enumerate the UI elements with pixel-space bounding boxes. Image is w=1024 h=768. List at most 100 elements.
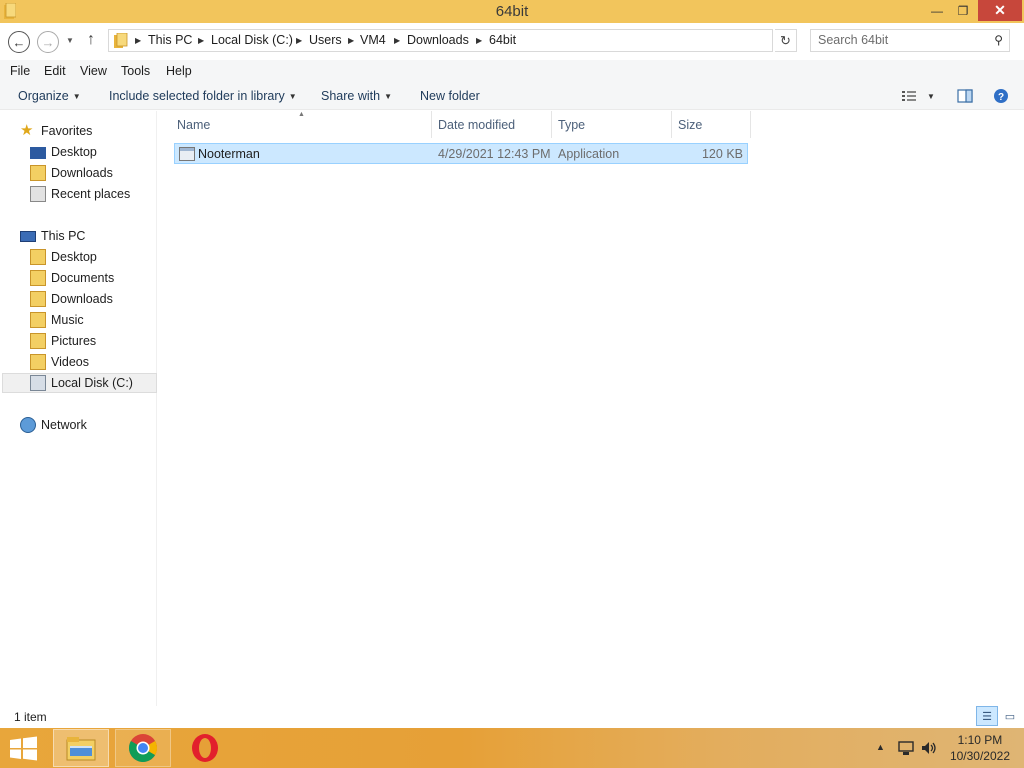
refresh-button[interactable]: ↻ <box>775 29 797 52</box>
back-button[interactable]: ← <box>8 31 30 53</box>
column-header-type[interactable]: Type <box>558 118 585 132</box>
nav-label: Music <box>51 313 84 327</box>
recent-locations-dropdown[interactable]: ▼ <box>66 36 74 45</box>
details-view-icon: ☰ <box>982 710 992 723</box>
close-button[interactable]: ✕ <box>978 0 1022 21</box>
chevron-down-icon: ▼ <box>384 92 392 101</box>
chevron-down-icon: ▼ <box>72 92 81 101</box>
menu-edit[interactable]: Edit <box>44 64 66 78</box>
taskbar-chrome[interactable] <box>115 729 171 767</box>
nav-label: Videos <box>51 355 89 369</box>
nav-pc-pictures[interactable]: Pictures <box>30 331 96 351</box>
folder-icon <box>30 291 46 307</box>
taskbar-opera[interactable] <box>177 729 233 767</box>
large-icons-view-button[interactable]: ▭ <box>999 706 1021 726</box>
recent-places-icon <box>30 186 46 202</box>
nav-favorites-label: Favorites <box>41 124 93 138</box>
column-header-size[interactable]: Size <box>678 118 702 132</box>
taskbar: ▲ 1:10 PM 10/30/2022 <box>0 728 1024 768</box>
chrome-icon <box>129 734 157 762</box>
system-clock[interactable]: 1:10 PM 10/30/2022 <box>950 732 1010 764</box>
nav-pc-desktop[interactable]: Desktop <box>30 247 97 267</box>
organize-button[interactable]: Organize ▼ <box>18 89 81 103</box>
new-folder-button[interactable]: New folder <box>420 89 480 103</box>
computer-icon <box>20 231 36 242</box>
menu-bar: File Edit View Tools Help <box>0 60 1024 82</box>
column-header-date[interactable]: Date modified <box>438 118 515 132</box>
menu-view[interactable]: View <box>80 64 107 78</box>
breadcrumb-local-disk[interactable]: Local Disk (C:) <box>211 33 293 47</box>
column-divider[interactable] <box>671 111 672 138</box>
sort-ascending-icon: ▲ <box>298 111 305 118</box>
nav-local-disk[interactable]: Local Disk (C:) <box>2 373 157 393</box>
windows-logo-icon[interactable] <box>8 736 39 761</box>
drive-icon <box>30 375 46 391</box>
include-library-label: Include selected folder in library <box>109 89 285 103</box>
breadcrumb-users[interactable]: Users <box>309 33 342 47</box>
include-in-library-button[interactable]: Include selected folder in library ▼ <box>109 89 297 103</box>
menu-help[interactable]: Help <box>166 64 192 78</box>
folder-icon <box>30 354 46 370</box>
application-icon <box>179 147 195 161</box>
folder-icon <box>30 249 46 265</box>
minimize-button[interactable]: — <box>924 0 950 21</box>
status-bar: 1 item ☰ ▭ <box>0 706 1024 728</box>
chevron-right-icon[interactable]: ▶ <box>394 36 400 45</box>
search-icon[interactable]: ⚲ <box>994 33 1003 47</box>
breadcrumb-downloads[interactable]: Downloads <box>407 33 469 47</box>
chevron-right-icon[interactable]: ▶ <box>296 36 302 45</box>
menu-file[interactable]: File <box>10 64 30 78</box>
up-button[interactable]: ↑ <box>87 31 95 49</box>
chevron-right-icon[interactable]: ▶ <box>135 36 141 45</box>
file-explorer-icon <box>66 737 96 761</box>
nav-favorites-desktop[interactable]: Desktop <box>30 142 97 162</box>
chevron-right-icon[interactable]: ▶ <box>476 36 482 45</box>
breadcrumb-vm4[interactable]: VM4 <box>360 33 386 47</box>
breadcrumb-64bit[interactable]: 64bit <box>489 33 516 47</box>
nav-pc-videos[interactable]: Videos <box>30 352 89 372</box>
search-input[interactable] <box>818 33 988 47</box>
address-row: ← → ▼ ↑ ▶ This PC ▶ Local Disk (C:) ▶ Us… <box>0 23 1024 60</box>
nav-label: Recent places <box>51 187 131 201</box>
column-divider[interactable] <box>551 111 552 138</box>
large-icons-view-icon: ▭ <box>1004 710 1016 723</box>
desktop-icon <box>30 147 46 159</box>
column-divider[interactable] <box>431 111 432 138</box>
address-bar[interactable]: ▶ This PC ▶ Local Disk (C:) ▶ Users ▶ VM… <box>108 29 874 52</box>
details-view-button[interactable]: ☰ <box>976 706 998 726</box>
show-hidden-icons-chevron[interactable]: ▲ <box>876 742 885 752</box>
forward-button[interactable]: → <box>37 31 59 53</box>
nav-pc-downloads[interactable]: Downloads <box>30 289 113 309</box>
chevron-right-icon[interactable]: ▶ <box>198 36 204 45</box>
nav-favorites[interactable]: ★ Favorites <box>20 121 92 141</box>
column-divider[interactable] <box>750 111 751 138</box>
menu-tools[interactable]: Tools <box>121 64 150 78</box>
volume-icon[interactable] <box>920 740 938 756</box>
column-header-name[interactable]: Name <box>177 118 210 132</box>
command-bar: Organize ▼ Include selected folder in lib… <box>0 82 1024 110</box>
title-bar: 64bit — ❐ ✕ <box>0 0 1024 23</box>
refresh-icon: ↻ <box>780 32 791 48</box>
file-row[interactable]: Nooterman 4/29/2021 12:43 PM Application… <box>174 143 748 164</box>
breadcrumb-this-pc[interactable]: This PC <box>148 33 192 47</box>
svg-text:?: ? <box>998 92 1004 103</box>
nav-network[interactable]: Network <box>20 415 87 435</box>
maximize-button[interactable]: ❐ <box>950 0 976 21</box>
share-with-button[interactable]: Share with ▼ <box>321 89 392 103</box>
network-tray-icon[interactable] <box>897 740 915 756</box>
nav-favorites-downloads[interactable]: Downloads <box>30 163 113 183</box>
item-count: 1 item <box>14 710 47 724</box>
view-options-chevron-icon[interactable]: ▼ <box>927 92 935 101</box>
nav-this-pc[interactable]: This PC <box>20 226 85 246</box>
search-box[interactable]: ⚲ <box>810 29 1010 52</box>
nav-recent-places[interactable]: Recent places <box>30 184 130 204</box>
change-view-icon[interactable] <box>901 88 917 104</box>
preview-pane-icon[interactable] <box>957 88 973 104</box>
taskbar-file-explorer[interactable] <box>53 729 109 767</box>
nav-pc-music[interactable]: Music <box>30 310 84 330</box>
navigation-pane: ★ Favorites Desktop Downloads Recent pla… <box>0 111 157 706</box>
nav-label: Downloads <box>51 166 113 180</box>
chevron-right-icon[interactable]: ▶ <box>348 36 354 45</box>
help-icon[interactable]: ? <box>993 88 1009 104</box>
nav-pc-documents[interactable]: Documents <box>30 268 114 288</box>
